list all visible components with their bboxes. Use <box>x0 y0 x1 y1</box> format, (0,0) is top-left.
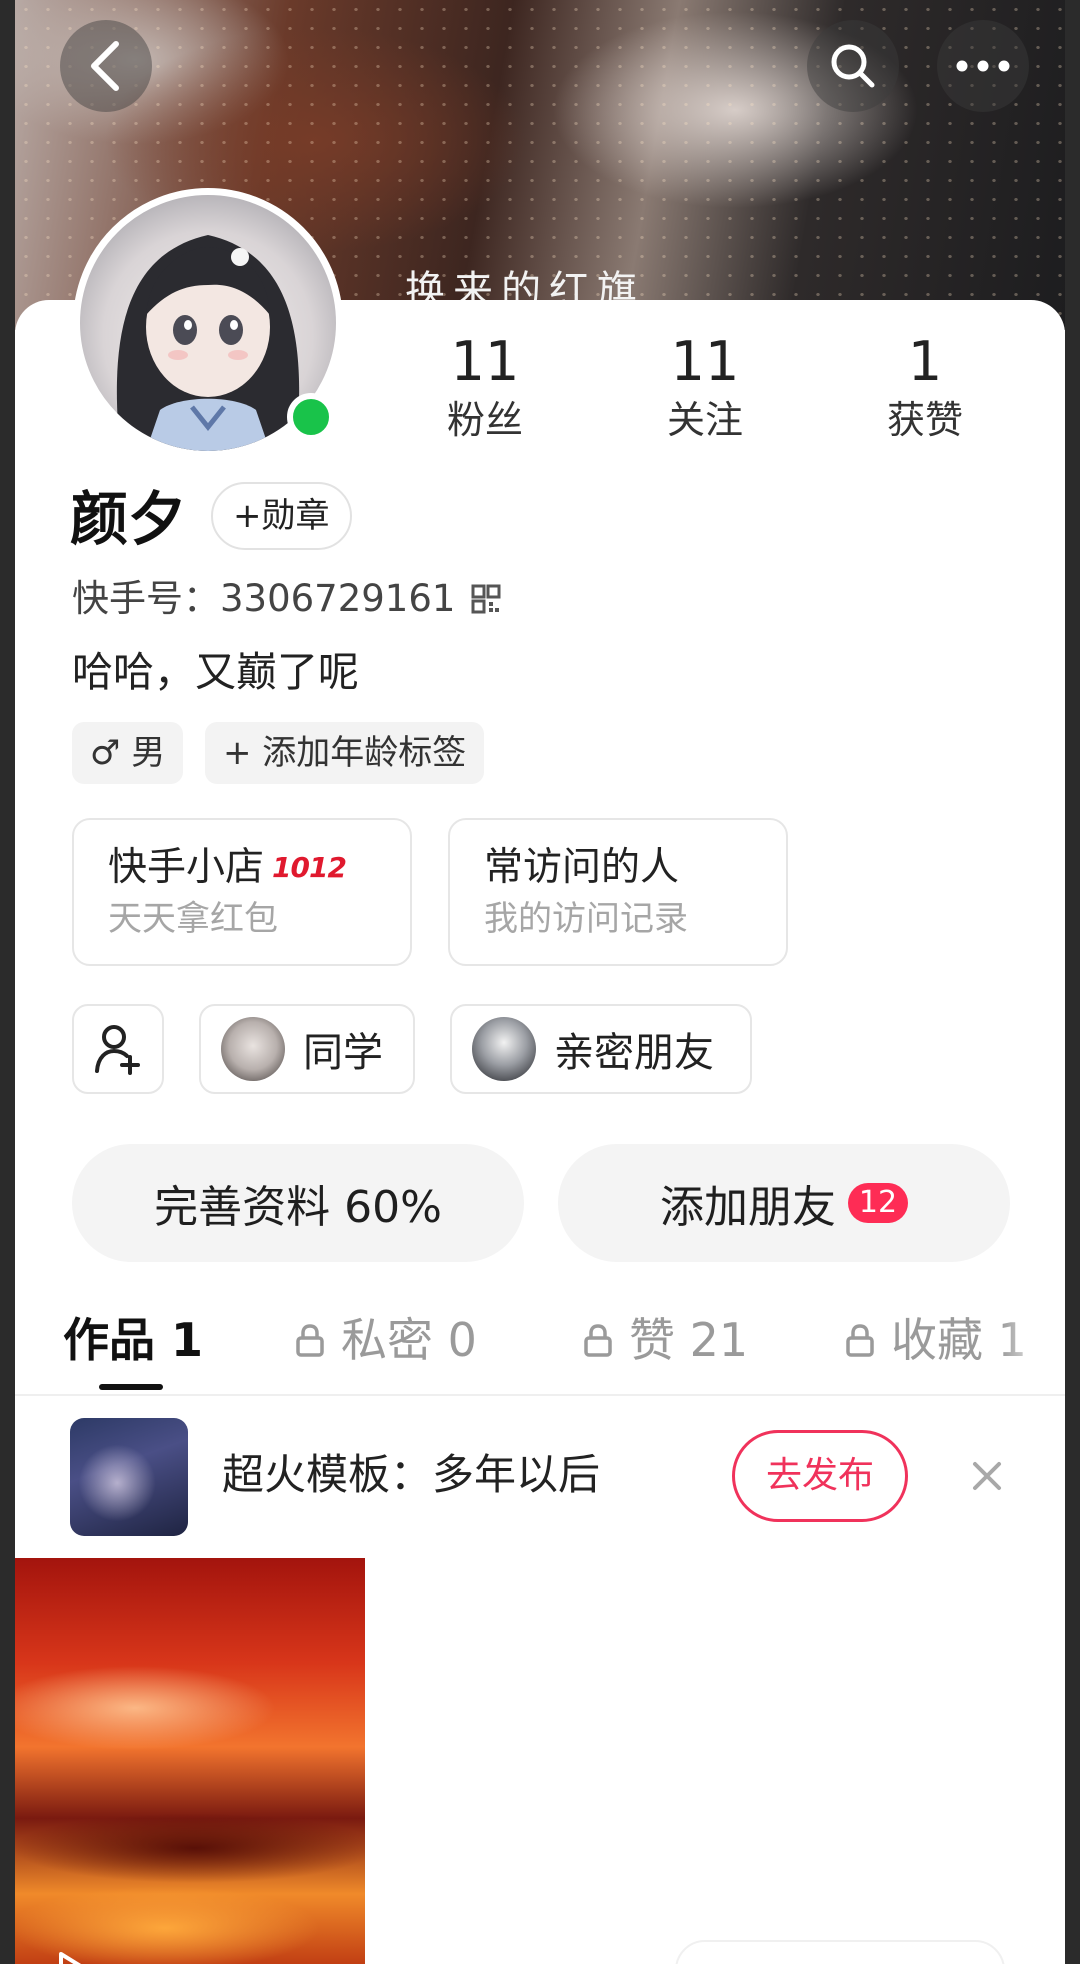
group-close-friends-label: 亲密朋友 <box>554 1030 714 1076</box>
classmates-avatar <box>221 1017 285 1081</box>
add-medal-button[interactable]: +勋章 <box>211 482 352 550</box>
tabs-fade <box>1000 1300 1065 1394</box>
add-friends-count-badge: 12 <box>848 1183 908 1223</box>
stat-fans-count: 11 <box>450 330 520 393</box>
kwai-shop-subtitle: 天天拿红包 <box>108 899 278 939</box>
kwai-shop-title: 快手小店 <box>108 845 265 890</box>
template-banner: 超火模板：多年以后 去发布 <box>15 1396 1065 1554</box>
kwai-shop-card[interactable]: 快手小店 1012 天天拿红包 <box>72 818 412 966</box>
tab-works[interactable]: 作品 1 <box>63 1310 203 1370</box>
tab-liked[interactable]: 赞 21 <box>583 1310 748 1370</box>
search-button[interactable] <box>807 20 899 112</box>
close-friends-avatar <box>472 1017 536 1081</box>
frequent-visitors-card[interactable]: 常访问的人 我的访问记录 <box>448 818 788 966</box>
complete-profile-label: 完善资料 60% <box>154 1182 442 1233</box>
tab-private[interactable]: 私密 0 <box>295 1310 477 1370</box>
play-icon <box>59 1952 82 1964</box>
qr-code-icon[interactable] <box>471 584 501 614</box>
frequent-visitors-title: 常访问的人 <box>484 845 680 890</box>
stat-likes-label: 获赞 <box>886 398 963 442</box>
content-tabs: 作品 1 私密 0 赞 21 收藏 1 <box>15 1300 1065 1394</box>
lock-icon <box>846 1324 874 1357</box>
floating-bottom-pill[interactable] <box>675 1940 1005 1964</box>
gender-tag[interactable]: ♂ 男 <box>72 722 184 784</box>
add-friends-button[interactable]: 添加朋友 12 <box>558 1144 1010 1262</box>
lock-icon <box>296 1324 324 1357</box>
add-age-tag-button[interactable]: + 添加年龄标签 <box>205 722 485 784</box>
stat-following[interactable]: 11 关注 <box>615 330 795 446</box>
kwai-shop-title-row: 快手小店 1012 <box>108 842 376 894</box>
more-dots-icon <box>956 60 1010 72</box>
work-thumbnail[interactable] <box>15 1558 365 1964</box>
add-friends-label: 添加朋友 <box>660 1182 836 1233</box>
stat-fans[interactable]: 11 粉丝 <box>395 330 575 446</box>
active-tab-indicator <box>99 1384 163 1390</box>
chevron-left-icon <box>91 41 119 91</box>
add-user-icon <box>95 1025 140 1075</box>
publish-button[interactable]: 去发布 <box>732 1430 908 1522</box>
group-close-friends[interactable]: 亲密朋友 <box>450 1004 752 1094</box>
template-text: 超火模板：多年以后 <box>222 1450 601 1499</box>
stat-likes[interactable]: 1 获赞 <box>835 330 1015 446</box>
shop-promo-badge: 1012 <box>272 851 347 884</box>
stat-fans-label: 粉丝 <box>446 398 523 442</box>
complete-profile-button[interactable]: 完善资料 60% <box>72 1144 524 1262</box>
lock-icon <box>584 1324 612 1357</box>
more-button[interactable] <box>937 20 1029 112</box>
tab-works-label: 作品 1 <box>63 1313 204 1367</box>
online-status-dot <box>287 393 335 441</box>
group-classmates-label: 同学 <box>303 1030 383 1076</box>
group-classmates[interactable]: 同学 <box>199 1004 415 1094</box>
kwai-id-row[interactable]: 快手号：3306729161 <box>72 574 501 624</box>
tab-liked-label: 赞 21 <box>629 1313 749 1367</box>
kwai-id: 快手号：3306729161 <box>72 577 456 620</box>
frequent-visitors-subtitle: 我的访问记录 <box>484 899 688 939</box>
profile-screen: 换来的红旗 11 粉丝 11 关注 1 获赞 颜夕 +勋章 快手号：330672… <box>15 0 1065 1964</box>
tab-private-label: 私密 0 <box>341 1313 477 1367</box>
stat-following-count: 11 <box>670 330 740 393</box>
nickname: 颜夕 <box>70 485 187 553</box>
stat-likes-count: 1 <box>907 330 943 393</box>
close-icon[interactable] <box>967 1456 1007 1496</box>
add-user-button[interactable] <box>72 1004 164 1094</box>
stat-following-label: 关注 <box>666 398 743 442</box>
template-thumbnail[interactable] <box>70 1418 188 1536</box>
search-icon <box>831 44 875 88</box>
back-button[interactable] <box>60 20 152 112</box>
bio: 哈哈，又巅了呢 <box>72 648 359 696</box>
